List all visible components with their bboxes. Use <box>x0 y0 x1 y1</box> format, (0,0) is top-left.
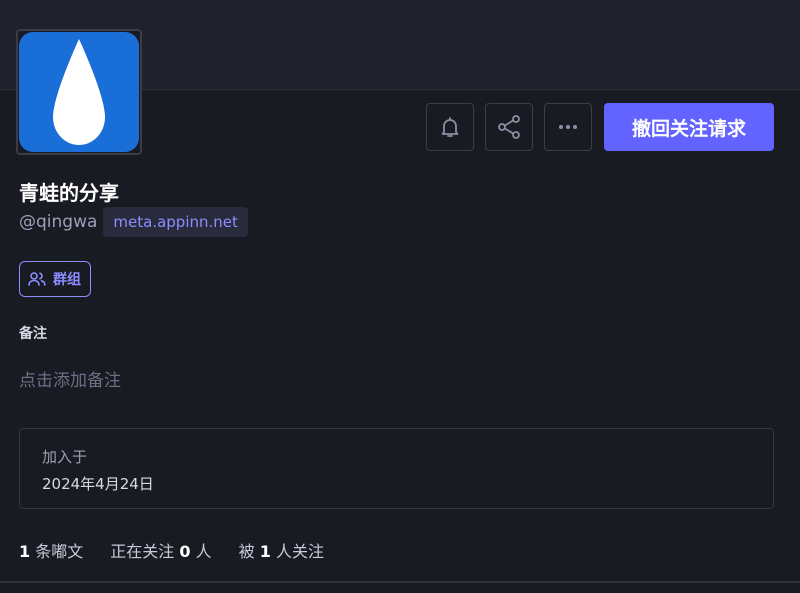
account-stats: 1 条嘟文 正在关注 0 人 被 1 人关注 <box>19 538 324 562</box>
stat-following-prefix: 正在关注 <box>110 542 175 561</box>
avatar[interactable] <box>16 29 142 155</box>
bell-icon <box>441 117 459 137</box>
group-badge: 群组 <box>19 261 91 297</box>
withdraw-follow-request-button[interactable]: 撤回关注请求 <box>604 103 774 151</box>
stat-followers[interactable]: 被 1 人关注 <box>239 538 324 562</box>
joined-date: 2024年4月24日 <box>42 475 154 493</box>
domain-badge[interactable]: meta.appinn.net <box>103 207 248 237</box>
more-horizontal-icon <box>559 125 577 129</box>
more-button[interactable] <box>544 103 592 151</box>
profile-page: 撤回关注请求 青蛙的分享 @qingwa meta.appinn.net 群组 … <box>0 0 800 593</box>
note-input[interactable]: 点击添加备注 <box>19 366 619 394</box>
joined-label: 加入于 <box>42 448 88 466</box>
divider <box>0 581 800 583</box>
stat-posts[interactable]: 1 条嘟文 <box>19 538 83 562</box>
notify-button[interactable] <box>426 103 474 151</box>
stat-following-label: 人 <box>195 542 212 561</box>
avatar-image <box>19 32 139 152</box>
joined-info: 加入于 2024年4月24日 <box>19 428 774 509</box>
stat-posts-count: 1 <box>19 542 31 561</box>
profile-actions: 撤回关注请求 <box>426 103 774 151</box>
stat-followers-count: 1 <box>259 542 271 561</box>
handle-row: @qingwa meta.appinn.net <box>19 207 248 237</box>
group-badge-label: 群组 <box>53 272 81 288</box>
stat-following-count: 0 <box>179 542 191 561</box>
account-handle: @qingwa <box>19 212 98 232</box>
users-icon <box>28 272 46 286</box>
stat-followers-prefix: 被 <box>238 542 255 561</box>
stat-followers-label: 人关注 <box>275 542 324 561</box>
stat-following[interactable]: 正在关注 0 人 <box>110 538 211 562</box>
share-icon <box>498 115 520 139</box>
note-label: 备注 <box>19 326 47 342</box>
display-name: 青蛙的分享 <box>19 181 119 205</box>
share-button[interactable] <box>485 103 533 151</box>
stat-posts-label: 条嘟文 <box>35 542 84 561</box>
water-drop-icon <box>53 39 105 145</box>
